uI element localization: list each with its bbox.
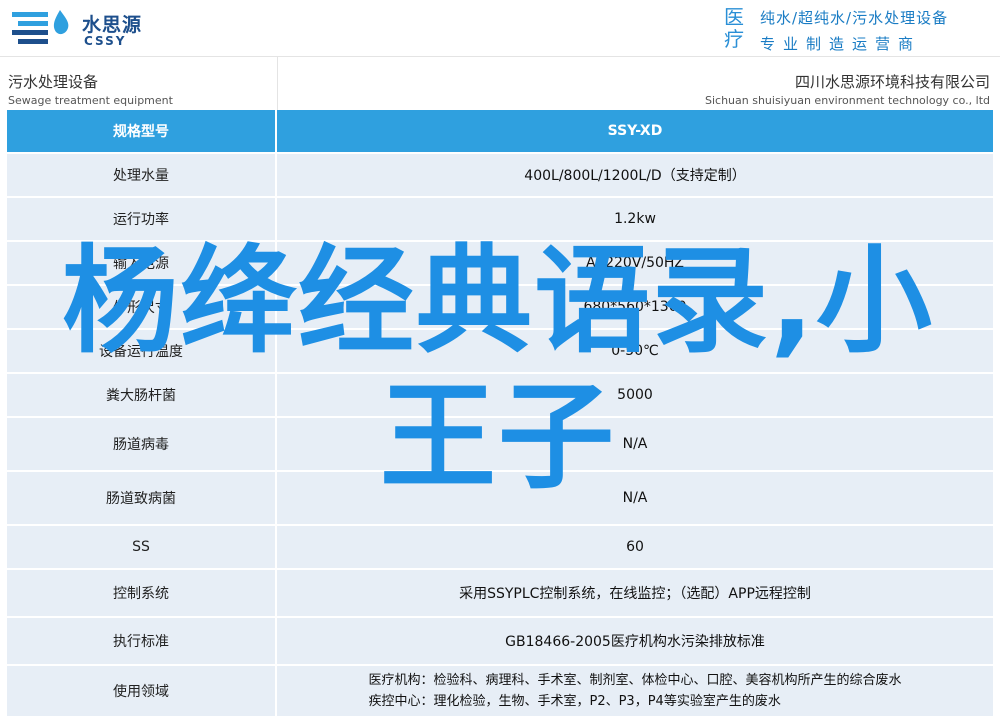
row-value: 1.2kw (614, 211, 656, 227)
table-row: 外形尺寸 680*560*1300 (7, 286, 993, 330)
company-name-cn: 四川水思源环境科技有限公司 (794, 73, 990, 91)
table-row: 设备运行温度 0-50℃ (7, 330, 993, 374)
model-label: 规格型号 (7, 110, 277, 152)
usage-line-1: 医疗机构：检验科、病理科、手术室、制剂室、体检中心、口腔、美容机构所产生的综合废… (368, 673, 902, 688)
slogan-medical-mark: 医疗 (724, 5, 744, 51)
spec-table: 规格型号 SSY-XD 处理水量 400L/800L/1200L/D（支持定制）… (7, 110, 993, 718)
product-category: 污水处理设备 Sewage treatment equipment (8, 71, 276, 107)
row-label: 使用领域 (7, 666, 277, 716)
row-value: 0-50℃ (611, 343, 659, 359)
row-value: GB18466-2005医疗机构水污染排放标准 (505, 634, 765, 650)
row-label: 运行功率 (7, 198, 277, 240)
table-row: 使用领域 医疗机构：检验科、病理科、手术室、制剂室、体检中心、口腔、美容机构所产… (7, 666, 993, 718)
slogan-line-2: 专业制造运营商 (760, 35, 922, 53)
table-header-row: 规格型号 SSY-XD (7, 110, 993, 154)
row-label: 外形尺寸 (7, 286, 277, 328)
slogan: 医疗 纯水/超纯水/污水处理设备 专业制造运营商 (722, 5, 994, 53)
water-drop-logo-icon (12, 10, 69, 44)
page-header: 水思源 CSSY 医疗 纯水/超纯水/污水处理设备 专业制造运营商 (0, 0, 1000, 56)
title-divider (277, 57, 278, 111)
row-label: SS (7, 526, 277, 568)
table-row: 控制系统 采用SSYPLC控制系统，在线监控；（选配）APP远程控制 (7, 570, 993, 618)
company-logo[interactable]: 水思源 CSSY (8, 4, 158, 52)
row-value: 680*560*1300 (583, 299, 687, 315)
product-category-cn: 污水处理设备 (8, 73, 99, 91)
row-value: 400L/800L/1200L/D（支持定制） (524, 168, 746, 184)
row-value: AC220V/50HZ (585, 255, 685, 271)
usage-line-2: 疾控中心：理化检验，生物、手术室，P2、P3，P4等实验室产生的废水 (368, 694, 781, 709)
row-value: 60 (626, 539, 644, 555)
row-label: 设备运行温度 (7, 330, 277, 372)
row-label: 肠道致病菌 (7, 472, 277, 524)
company-name-en: Sichuan shuisiyuan environment technolog… (704, 94, 990, 107)
table-row: 执行标准 GB18466-2005医疗机构水污染排放标准 (7, 618, 993, 666)
table-row: 肠道致病菌 N/A (7, 472, 993, 526)
product-title-bar: 污水处理设备 Sewage treatment equipment 四川水思源环… (0, 56, 1000, 111)
row-label: 处理水量 (7, 154, 277, 196)
model-value: SSY-XD (607, 123, 663, 139)
row-value: 采用SSYPLC控制系统，在线监控；（选配）APP远程控制 (459, 586, 811, 602)
row-value: N/A (622, 436, 648, 452)
table-row: 输入电源 AC220V/50HZ (7, 242, 993, 286)
table-row: 肠道病毒 N/A (7, 418, 993, 472)
row-label: 控制系统 (7, 570, 277, 616)
logo-english-name: CSSY (84, 34, 127, 48)
company-name: 四川水思源环境科技有限公司 Sichuan shuisiyuan environ… (590, 71, 990, 107)
row-label: 肠道病毒 (7, 418, 277, 470)
slogan-line-1: 纯水/超纯水/污水处理设备 (760, 9, 949, 27)
table-row: 粪大肠杆菌 5000 (7, 374, 993, 418)
logo-chinese-name: 水思源 (82, 14, 143, 36)
row-label: 粪大肠杆菌 (7, 374, 277, 416)
product-category-en: Sewage treatment equipment (8, 94, 173, 107)
row-value: 5000 (617, 387, 653, 403)
row-value-multiline: 医疗机构：检验科、病理科、手术室、制剂室、体检中心、口腔、美容机构所产生的综合废… (277, 666, 993, 716)
row-label: 执行标准 (7, 618, 277, 664)
row-label: 输入电源 (7, 242, 277, 284)
table-row: 处理水量 400L/800L/1200L/D（支持定制） (7, 154, 993, 198)
table-row: SS 60 (7, 526, 993, 570)
table-row: 运行功率 1.2kw (7, 198, 993, 242)
row-value: N/A (622, 490, 648, 506)
